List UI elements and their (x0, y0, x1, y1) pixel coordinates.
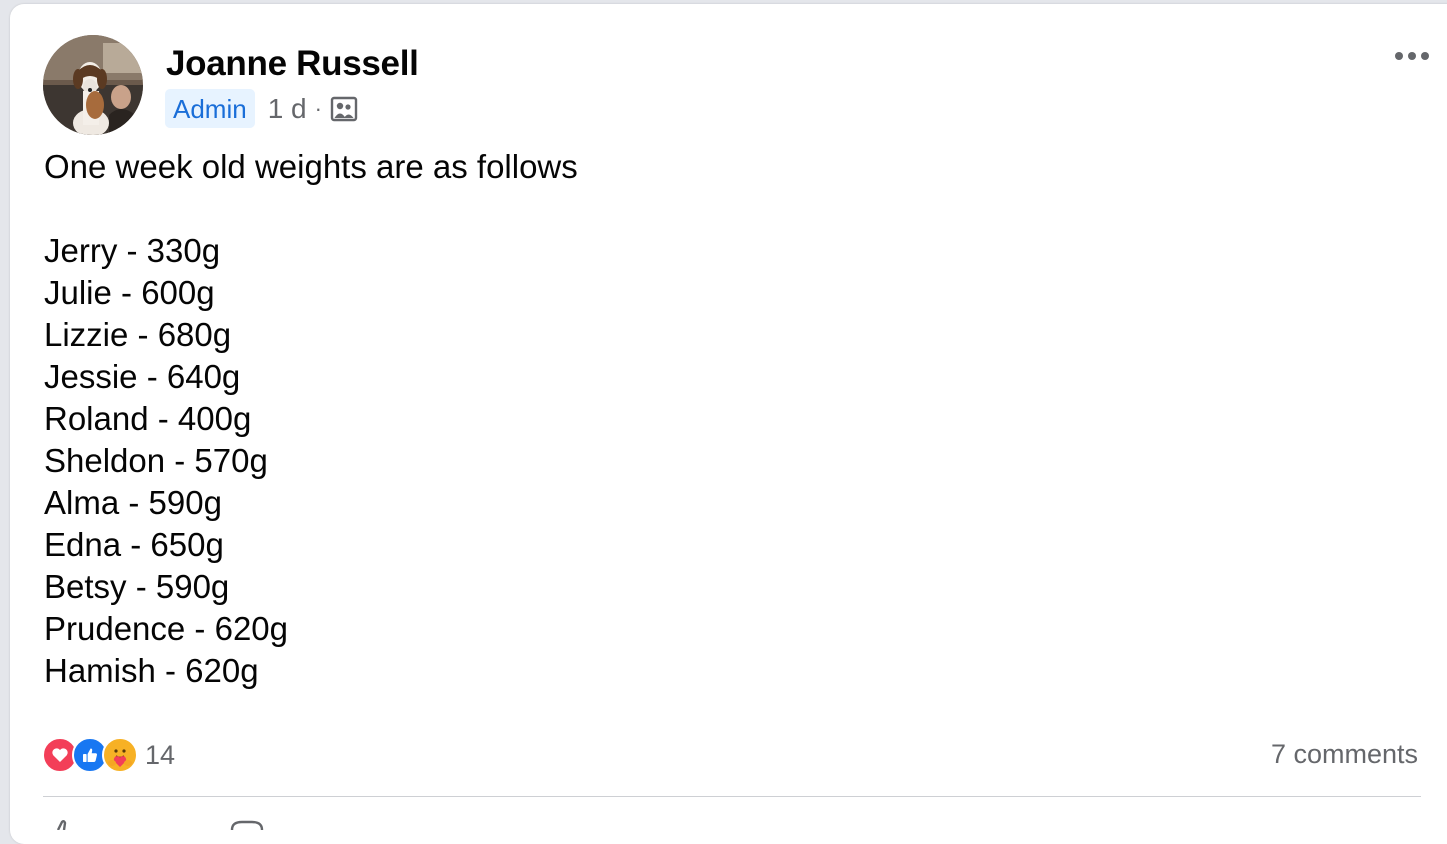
avatar-photo (43, 35, 143, 135)
meta-separator: · (314, 95, 322, 121)
more-options-icon (1395, 52, 1429, 60)
post-timestamp[interactable]: 1 d (268, 93, 307, 125)
weight-line: Sheldon - 570g (44, 442, 268, 479)
weight-line: Jessie - 640g (44, 358, 241, 395)
reaction-count: 14 (145, 739, 176, 770)
post-card: Joanne Russell Admin 1 d · One week old … (10, 4, 1447, 844)
weight-line: Prudence - 620g (44, 610, 289, 647)
weight-line: Roland - 400g (44, 400, 252, 437)
more-options-button[interactable] (1394, 44, 1430, 68)
post-intro: One week old weights are as follows (44, 148, 578, 185)
weight-line: Lizzie - 680g (44, 316, 232, 353)
weight-line: Edna - 650g (44, 526, 224, 563)
admin-badge[interactable]: Admin (165, 89, 255, 128)
author-avatar[interactable] (43, 35, 143, 135)
group-audience-icon[interactable] (330, 95, 358, 123)
weight-line: Hamish - 620g (44, 652, 259, 689)
reactions-summary[interactable]: 14 (42, 736, 175, 774)
author-name[interactable]: Joanne Russell (166, 44, 419, 84)
like-action-icon[interactable] (48, 816, 82, 831)
weight-line: Alma - 590g (44, 484, 222, 521)
weight-line: Julie - 600g (44, 274, 215, 311)
comments-count-link[interactable]: 7 comments (1271, 739, 1418, 770)
comment-action-icon[interactable] (230, 816, 264, 831)
weight-line: Jerry - 330g (44, 232, 221, 269)
post-meta: Admin 1 d · (165, 89, 358, 128)
weight-line: Betsy - 590g (44, 568, 230, 605)
action-bar-divider (43, 796, 1421, 797)
care-reaction-icon (102, 737, 138, 773)
post-body: One week old weights are as follows Jerr… (44, 146, 578, 692)
